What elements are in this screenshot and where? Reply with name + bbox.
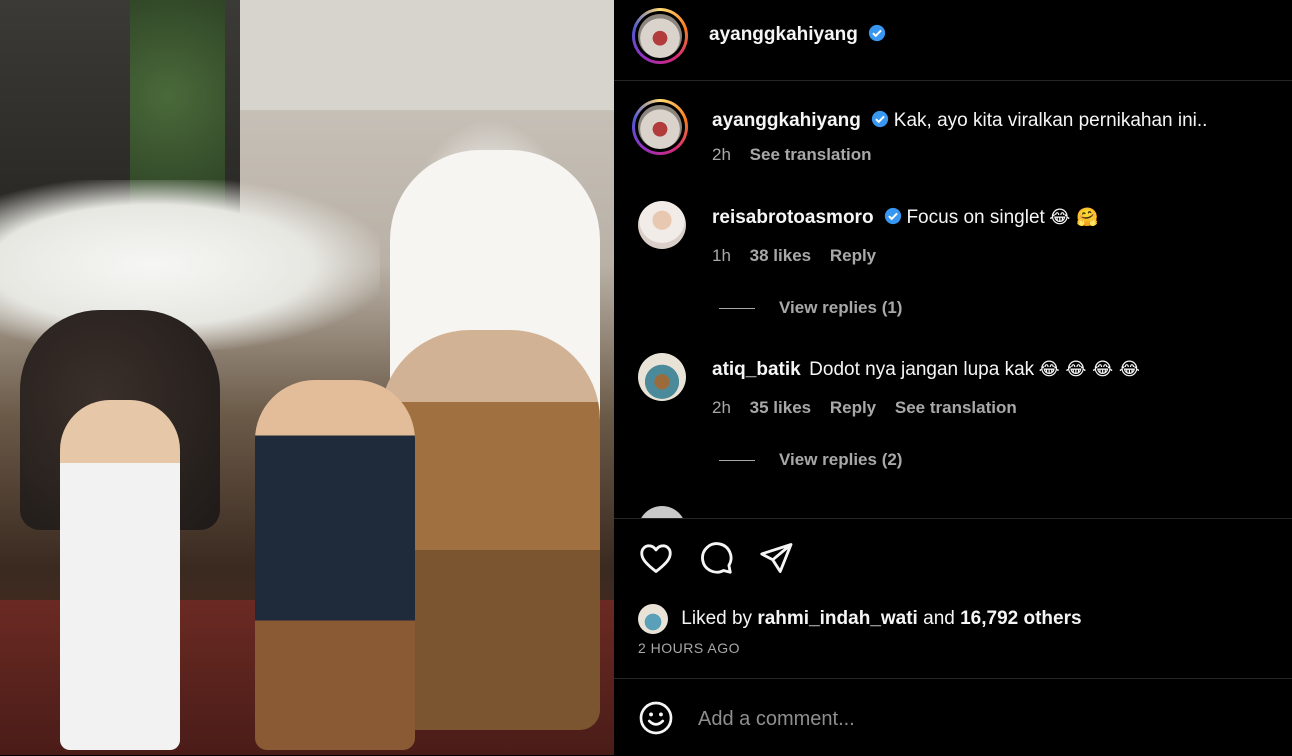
comments-list[interactable]: ayanggkahiyang Kak, ayo kita viralkan pe… [614,81,1292,519]
comment-avatar[interactable] [638,201,686,249]
comment-bubble-icon[interactable] [698,540,734,576]
emoji-smiley-icon[interactable] [638,700,674,736]
reply-button[interactable]: Reply [830,246,876,265]
divider [719,460,755,462]
post-photo[interactable] [0,0,614,755]
verified-badge-icon [868,24,886,47]
liked-by-row: Liked by rahmi_indah_wati and 16,792 oth… [638,604,1082,634]
view-replies-button[interactable]: View replies (2) [719,450,902,470]
post-timestamp[interactable]: 2 HOURS AGO [638,640,740,656]
photo-ceiling [240,0,614,110]
add-comment-bar [614,678,1292,756]
caption-username[interactable]: ayanggkahiyang [712,110,861,131]
liker-avatar[interactable] [638,604,668,634]
comment-text: Dodot nya jangan lupa kak [809,359,1035,380]
verified-badge-icon [871,110,889,133]
like-heart-icon[interactable] [638,540,674,576]
liked-by-others[interactable]: 16,792 others [960,608,1081,629]
photo-girl [255,380,415,750]
caption-avatar[interactable] [632,99,688,155]
reply-button[interactable]: Reply [830,398,876,417]
comment-item: atiq_batik Dodot nya jangan lupa kak 😂 😂… [614,353,1292,473]
photo-boy [60,400,180,750]
comment-avatar[interactable] [638,353,686,401]
caption-item: ayanggkahiyang Kak, ayo kita viralkan pe… [614,99,1292,169]
view-replies-label: View replies (2) [779,450,903,469]
divider [719,308,755,310]
comment-time: 1h [712,246,731,265]
liked-by-prefix: Liked by [681,608,753,630]
view-replies-button[interactable]: View replies (1) [719,298,902,318]
share-paper-plane-icon[interactable] [758,540,794,576]
laughing-emoji-icon: 😂 🤗 [1049,207,1099,228]
post-header: ayanggkahiyang [614,0,1292,81]
caption-time: 2h [712,145,731,164]
post-details-panel: ayanggkahiyang ayanggkahiyang Kak, ayo k… [614,0,1292,755]
comment-likes[interactable]: 38 likes [750,246,811,265]
liked-by-user[interactable]: rahmi_indah_wati [757,608,918,629]
comment-item: reisabrotoasmoro Focus on singlet 😂 🤗 1h… [614,201,1292,321]
laughing-emoji-icon: 😂 😂 😂 😂 [1038,359,1140,380]
comment-likes[interactable]: 35 likes [750,398,811,417]
see-translation-link[interactable]: See translation [895,398,1017,417]
comment-username[interactable]: reisabrotoasmoro [712,207,874,228]
see-translation-link[interactable]: See translation [750,145,872,164]
caption-text: Kak, ayo kita viralkan pernikahan ini.. [893,110,1208,131]
comment-avatar[interactable] [638,506,686,518]
header-avatar[interactable] [632,8,688,64]
comment-input[interactable] [696,707,1200,732]
comment-time: 2h [712,398,731,417]
header-username[interactable]: ayanggkahiyang [709,24,858,45]
comment-text: Focus on singlet [906,207,1045,228]
comment-username[interactable]: atiq_batik [712,359,801,380]
view-replies-label: View replies (1) [779,298,903,317]
liked-by-middle: and [923,608,955,630]
verified-badge-icon [884,207,902,230]
